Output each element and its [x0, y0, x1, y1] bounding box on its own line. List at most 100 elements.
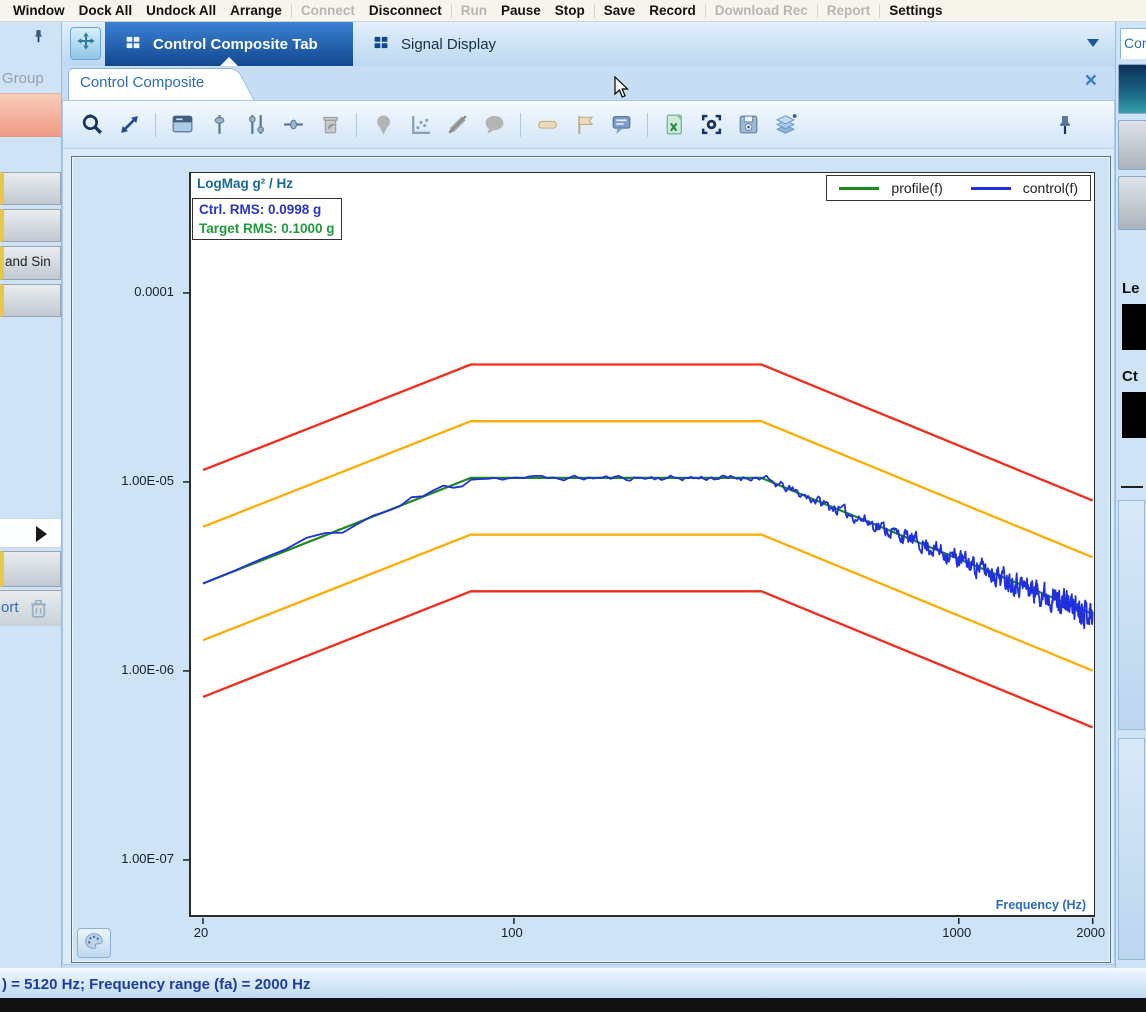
export-excel-icon[interactable]	[661, 112, 687, 138]
right-panel-thumbnail-button[interactable]	[1118, 64, 1146, 114]
y-tick-label: 1.00E-06	[121, 662, 174, 677]
chevron-down-icon[interactable]	[1087, 39, 1099, 47]
zoom-restore-icon[interactable]	[79, 112, 105, 138]
pushpin-icon[interactable]	[30, 28, 47, 50]
profile-curve	[203, 478, 1093, 614]
right-panel-clipped: Cor Le Ct	[1115, 22, 1146, 968]
screen-capture-icon[interactable]	[698, 112, 724, 138]
tab-signal-display[interactable]: Signal Display	[353, 22, 528, 66]
dock-tab-button[interactable]	[70, 27, 101, 60]
menu-separator	[594, 4, 595, 18]
left-panel-button[interactable]	[0, 284, 61, 317]
note-annotation-icon[interactable]	[608, 112, 634, 138]
tab-label: Control Composite Tab	[153, 36, 318, 53]
left-panel-report-row[interactable]: ort	[0, 590, 61, 626]
menu-item-settings[interactable]: Settings	[882, 3, 949, 18]
menu-item-save[interactable]: Save	[597, 3, 643, 18]
menu-item-dock-all[interactable]: Dock All	[72, 3, 140, 18]
toolbar-separator	[356, 113, 357, 137]
palette-icon	[83, 930, 105, 957]
menu-item-pause[interactable]: Pause	[494, 3, 548, 18]
profile-line-swatch	[839, 187, 879, 190]
grid-icon	[371, 34, 391, 55]
x-axis-label: Frequency (Hz)	[996, 898, 1086, 912]
menu-separator	[879, 4, 880, 18]
left-panel-button[interactable]	[0, 551, 61, 587]
flag-marker-icon	[571, 112, 597, 138]
toolbar-separator	[520, 113, 521, 137]
tab-label: Signal Display	[401, 36, 496, 53]
single-cursor-icon[interactable]	[206, 112, 232, 138]
pair-cursor-icon[interactable]	[243, 112, 269, 138]
menu-item-connect: Connect	[294, 3, 362, 18]
x-tick-label: 100	[488, 925, 536, 940]
window-layout-icon[interactable]	[169, 112, 195, 138]
menu-separator	[451, 4, 452, 18]
menu-bar: Window Dock All Undock All Arrange Conne…	[0, 0, 1146, 22]
scatter-view-icon[interactable]	[407, 112, 433, 138]
right-panel-button[interactable]	[1118, 176, 1146, 230]
target-rms-value: Target RMS: 0.1000 g	[199, 219, 335, 238]
trash-icon[interactable]	[26, 596, 51, 626]
tab-control-composite[interactable]: Control Composite Tab	[105, 22, 353, 66]
legend-label: profile(f)	[891, 180, 942, 196]
toolbar-separator	[647, 113, 648, 137]
palette-button[interactable]	[77, 928, 111, 958]
limit-line-alarm-high	[203, 421, 1093, 557]
control-line-swatch	[971, 187, 1011, 190]
hide-markers-icon	[444, 112, 470, 138]
menu-item-window[interactable]: Window	[6, 3, 72, 18]
x-axis-tick-labels: 2010010002000	[189, 925, 1099, 945]
right-panel-tab[interactable]: Cor	[1120, 28, 1146, 59]
chart-toolbar	[63, 101, 1114, 149]
right-panel-box	[1118, 500, 1145, 730]
horizontal-cursor-icon[interactable]	[280, 112, 306, 138]
save-data-icon[interactable]	[735, 112, 761, 138]
document-tab-control-composite[interactable]: Control Composite	[68, 68, 254, 100]
plot-area[interactable]: LogMag g² / Hz Ctrl. RMS: 0.0998 g Targe…	[189, 172, 1095, 917]
left-panel-expander[interactable]	[0, 518, 61, 548]
move-icon	[75, 30, 97, 57]
pushpin-icon[interactable]	[1052, 112, 1078, 138]
left-panel-clipped: Group and Sin ort	[0, 22, 62, 968]
y-tick-label: 0.0001	[134, 284, 174, 299]
application-window: Window Dock All Undock All Arrange Conne…	[0, 0, 1146, 1012]
fit-to-window-icon[interactable]	[116, 112, 142, 138]
comment-bubble-icon	[481, 112, 507, 138]
chart-title: LogMag g² / Hz	[197, 176, 293, 191]
peak-marker-icon	[370, 112, 396, 138]
control-composite-pane: LogMag g² / Hz Ctrl. RMS: 0.0998 g Targe…	[62, 100, 1115, 965]
menu-item-record[interactable]: Record	[642, 3, 703, 18]
menu-item-stop[interactable]: Stop	[548, 3, 592, 18]
control-curve	[203, 476, 1093, 629]
left-panel-highlight-block[interactable]	[0, 93, 62, 137]
chart-curves	[191, 173, 1097, 918]
y-axis-tick-labels: 0.00011.00E-051.00E-061.00E-07	[72, 172, 182, 917]
menu-item-arrange[interactable]: Arrange	[223, 3, 289, 18]
legend-label: control(f)	[1023, 180, 1078, 196]
layers-overlay-icon[interactable]	[772, 112, 798, 138]
x-tick-label: 2000	[1067, 925, 1115, 940]
left-panel-button-and-sin[interactable]: and Sin	[0, 246, 61, 280]
document-tab-row: Control Composite ×	[62, 66, 1115, 100]
x-tick-label: 1000	[933, 925, 981, 940]
menu-item-report: Report	[820, 3, 878, 18]
left-panel-button[interactable]	[0, 209, 61, 242]
menu-item-undock-all[interactable]: Undock All	[139, 3, 223, 18]
remove-cursor-icon	[317, 112, 343, 138]
close-icon[interactable]: ×	[1085, 68, 1097, 94]
right-panel-divider	[1121, 486, 1143, 488]
right-panel-button[interactable]	[1118, 120, 1146, 170]
left-panel-button[interactable]	[0, 172, 61, 205]
menu-item-disconnect[interactable]: Disconnect	[362, 3, 449, 18]
right-panel-display	[1122, 392, 1146, 438]
grid-icon	[123, 34, 143, 55]
y-tick-label: 1.00E-07	[121, 851, 174, 866]
menu-separator	[817, 4, 818, 18]
right-panel-ct-label: Ct	[1122, 368, 1138, 385]
menu-separator	[705, 4, 706, 18]
left-panel-group-label: Group	[2, 70, 44, 87]
left-panel-ort-label: ort	[1, 599, 19, 616]
rms-annotation-box: Ctrl. RMS: 0.0998 g Target RMS: 0.1000 g	[192, 198, 342, 240]
legend-item-control: control(f)	[971, 180, 1078, 196]
